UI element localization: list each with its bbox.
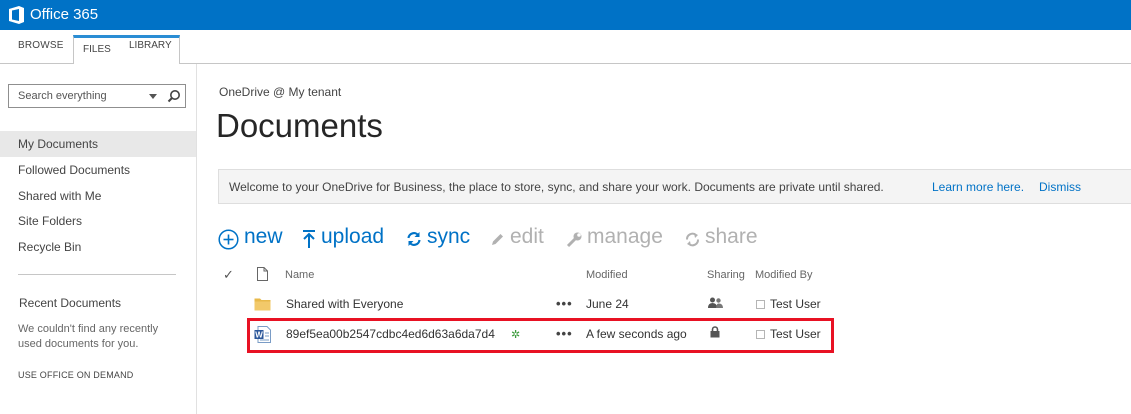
presence-indicator bbox=[756, 330, 765, 339]
welcome-text: Welcome to your OneDrive for Business, t… bbox=[229, 180, 884, 194]
recent-documents-title: Recent Documents bbox=[19, 296, 122, 310]
welcome-banner: Welcome to your OneDrive for Business, t… bbox=[218, 169, 1131, 204]
row-2-modified: A few seconds ago bbox=[586, 327, 687, 341]
ribbon-tabs: BROWSE FILES LIBRARY bbox=[0, 30, 1131, 65]
edit-button[interactable]: edit bbox=[489, 225, 549, 253]
nav-divider bbox=[18, 274, 176, 275]
row-2-modified-by[interactable]: Test User bbox=[770, 327, 821, 341]
plus-circle-icon bbox=[218, 229, 239, 250]
sync-button[interactable]: sync bbox=[406, 225, 472, 253]
breadcrumb[interactable]: OneDrive @ My tenant bbox=[219, 85, 341, 99]
share-button[interactable]: share bbox=[684, 225, 758, 253]
suite-bar: Office 365 bbox=[0, 0, 1131, 30]
office-logo-icon[interactable] bbox=[7, 5, 26, 25]
column-header-name[interactable]: Name bbox=[285, 269, 314, 281]
recent-documents-empty-text: We couldn't find any recently used docum… bbox=[18, 323, 159, 350]
column-header-modified[interactable]: Modified bbox=[586, 269, 628, 281]
sidebar-item-my-documents[interactable]: My Documents bbox=[0, 131, 196, 157]
tab-files-label: FILES bbox=[83, 44, 111, 55]
upload-label: upload bbox=[321, 225, 385, 248]
sidebar-item-shared-with-me[interactable]: Shared with Me bbox=[0, 183, 196, 209]
dismiss-link[interactable]: Dismiss bbox=[1039, 180, 1081, 194]
pencil-icon bbox=[492, 234, 503, 245]
column-header-sharing[interactable]: Sharing bbox=[707, 269, 745, 281]
chevron-down-icon[interactable] bbox=[149, 94, 157, 99]
file-type-icon bbox=[257, 267, 268, 281]
left-navigation: Search everything My Documents Followed … bbox=[0, 64, 197, 414]
row-1-modified: June 24 bbox=[586, 297, 629, 311]
column-header-modified-by[interactable]: Modified By bbox=[755, 269, 812, 281]
row-2-name[interactable]: 89ef5ea00b2547cdbc4ed6d63a6da7d4 bbox=[286, 327, 495, 341]
wrench-icon bbox=[566, 232, 582, 248]
sync-icon bbox=[407, 232, 421, 246]
row-1-modified-by[interactable]: Test User bbox=[770, 297, 821, 311]
page-title: Documents bbox=[216, 107, 383, 144]
office-on-demand-link[interactable]: USE OFFICE ON DEMAND bbox=[18, 370, 134, 380]
learn-more-link[interactable]: Learn more here. bbox=[932, 180, 1024, 194]
new-button[interactable]: new bbox=[218, 225, 286, 253]
svg-text:W: W bbox=[255, 331, 263, 340]
suite-title[interactable]: Office 365 bbox=[30, 6, 98, 23]
row-2-ellipsis-button[interactable]: ••• bbox=[556, 326, 573, 341]
share-label: share bbox=[705, 225, 758, 248]
upload-arrow-icon bbox=[303, 230, 315, 248]
sidebar-item-site-folders[interactable]: Site Folders bbox=[0, 208, 196, 234]
folder-icon bbox=[254, 298, 271, 311]
upload-button[interactable]: upload bbox=[302, 225, 390, 253]
search-input[interactable]: Search everything bbox=[18, 90, 107, 102]
search-box[interactable]: Search everything bbox=[8, 84, 186, 108]
row-1-name[interactable]: Shared with Everyone bbox=[286, 297, 403, 311]
row-1-ellipsis-button[interactable]: ••• bbox=[556, 296, 573, 311]
manage-button[interactable]: manage bbox=[566, 225, 666, 253]
word-doc-icon: W bbox=[254, 326, 271, 343]
lock-icon bbox=[710, 326, 720, 338]
people-icon bbox=[708, 297, 723, 308]
edit-label: edit bbox=[510, 225, 544, 248]
new-label: new bbox=[244, 225, 283, 248]
presence-indicator bbox=[756, 300, 765, 309]
sidebar-item-recycle-bin[interactable]: Recycle Bin bbox=[0, 234, 196, 260]
new-item-icon: ✲ bbox=[511, 329, 521, 341]
tab-browse[interactable]: BROWSE bbox=[18, 40, 64, 51]
sidebar-item-followed-documents[interactable]: Followed Documents bbox=[0, 157, 196, 183]
manage-label: manage bbox=[587, 225, 663, 248]
select-all-checkmark-icon[interactable]: ✓ bbox=[223, 267, 234, 283]
share-icon bbox=[686, 232, 699, 247]
search-icon[interactable] bbox=[167, 89, 181, 103]
sync-label: sync bbox=[427, 225, 471, 248]
tab-library[interactable]: LIBRARY bbox=[129, 40, 172, 51]
